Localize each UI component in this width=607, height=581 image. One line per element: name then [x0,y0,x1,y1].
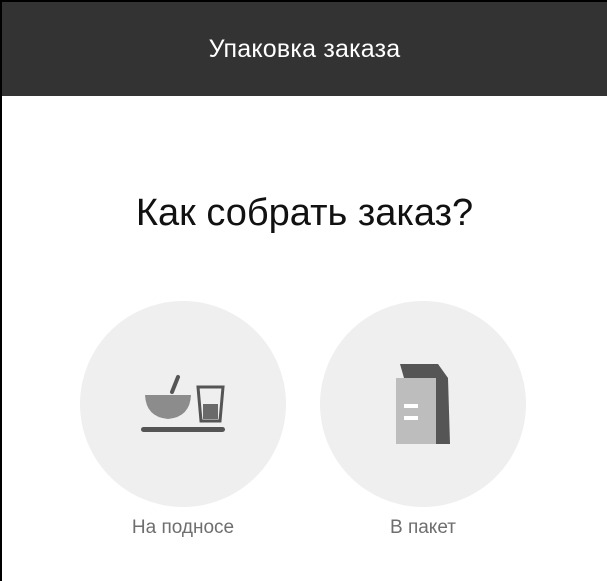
page-title: Упаковка заказа [208,34,401,63]
option-on-tray[interactable]: На подносе [80,301,286,539]
tray-icon [141,375,225,432]
bag-icon [396,364,450,444]
question-heading: Как собрать заказ? [135,192,474,234]
screen: Упаковка заказа Как собрать заказ? На по… [0,0,607,581]
option-bag-label: В пакет [390,517,456,538]
option-on-tray-circle[interactable] [80,301,286,507]
option-bag[interactable]: В пакет [320,301,526,539]
top-bar: Упаковка заказа [2,2,607,96]
option-on-tray-label: На подносе [131,517,235,538]
option-bag-circle[interactable] [320,301,526,507]
